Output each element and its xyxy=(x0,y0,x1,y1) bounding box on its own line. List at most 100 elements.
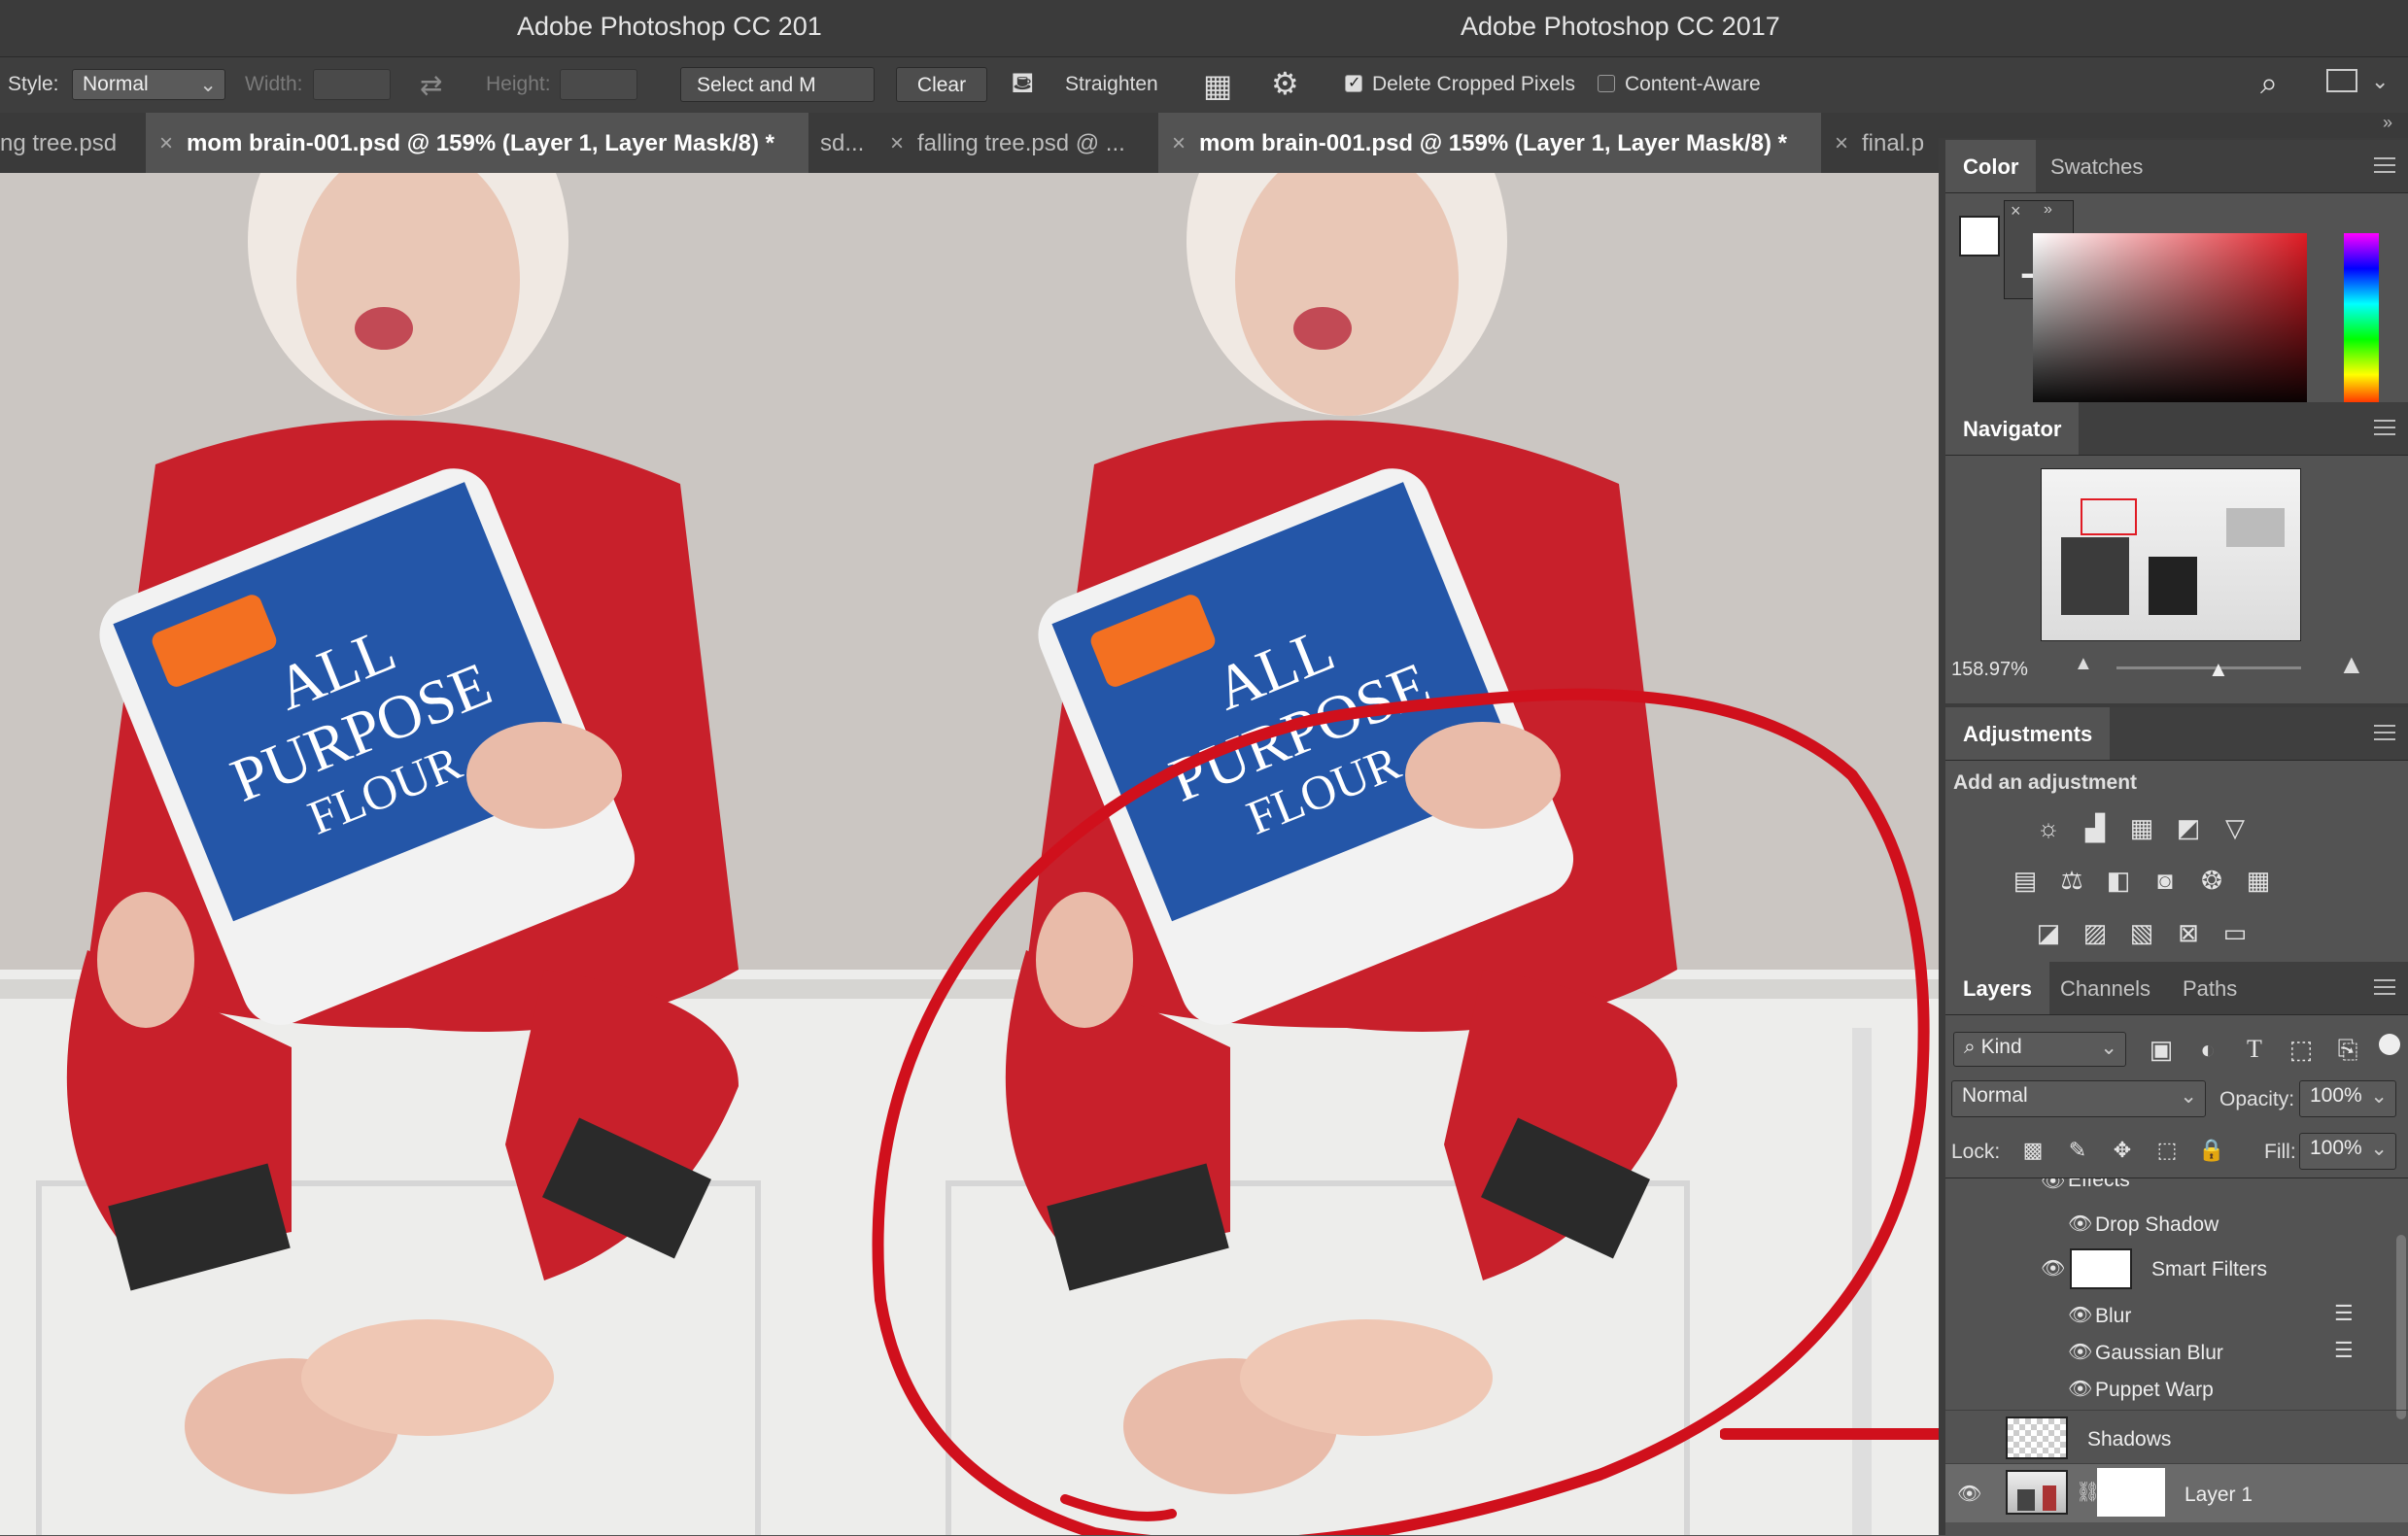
close-icon[interactable]: × xyxy=(1172,130,1186,156)
layer-mask-thumbnail[interactable] xyxy=(2097,1468,2165,1517)
tab-layers[interactable]: Layers xyxy=(1945,962,2049,1014)
color-field[interactable] xyxy=(2033,233,2307,410)
color-balance-icon[interactable]: ⚖ xyxy=(2056,865,2087,896)
document-canvas-right[interactable]: ALL PURPOSE FLOUR xyxy=(822,173,1939,1535)
tab-channels[interactable]: Channels xyxy=(2043,962,2168,1014)
eye-icon[interactable]: 👁 xyxy=(1957,1482,1981,1506)
clear-button[interactable]: Clear xyxy=(896,67,987,102)
tab-final[interactable]: × final.p xyxy=(1821,113,1939,173)
eye-icon[interactable]: 👁 xyxy=(2041,1178,2065,1193)
gradient-map-icon[interactable]: ▭ xyxy=(2219,917,2251,948)
select-and-mask-button[interactable]: Select and M xyxy=(680,67,875,102)
straighten-icon[interactable]: ⛾ xyxy=(1011,67,1035,104)
lock-position-icon[interactable]: ✥ xyxy=(2107,1135,2138,1166)
panel-menu-icon[interactable] xyxy=(2374,979,2395,995)
filter-smart-object-icon[interactable]: ⎘ xyxy=(2332,1034,2363,1065)
expand-icon[interactable]: » xyxy=(2044,201,2052,219)
width-input[interactable] xyxy=(313,69,391,100)
layer-item-effects[interactable]: 👁 Effects xyxy=(1945,1178,2408,1196)
grid-overlay-icon[interactable]: ▦ xyxy=(1203,67,1232,104)
tab-adjustments[interactable]: Adjustments xyxy=(1945,707,2111,760)
gear-icon[interactable]: ⚙ xyxy=(1271,65,1299,102)
layer-item-layer1[interactable]: 👁 ⛓ Layer 1 xyxy=(1945,1464,2408,1522)
channel-mixer-icon[interactable]: ❂ xyxy=(2196,865,2227,896)
chevron-down-icon[interactable]: ⌄ xyxy=(2371,69,2389,94)
panel-menu-icon[interactable] xyxy=(2374,725,2395,740)
content-aware-label[interactable]: Content-Aware xyxy=(1625,73,1761,96)
eye-icon[interactable]: 👁 xyxy=(2068,1212,2092,1236)
tab-falling-tree-1[interactable]: ng tree.psd xyxy=(0,113,146,173)
blend-mode-select[interactable]: Normal ⌄ xyxy=(1951,1080,2206,1117)
zoom-in-icon[interactable]: ▲ xyxy=(2338,649,2365,680)
layer-item-drop-shadow[interactable]: 👁 Drop Shadow xyxy=(1945,1204,2408,1243)
opacity-input[interactable]: 100% ⌄ xyxy=(2299,1080,2396,1117)
close-icon[interactable]: × xyxy=(1835,130,1848,156)
zoom-slider-handle-icon[interactable]: ▲ xyxy=(2208,657,2229,682)
tab-sd[interactable]: sd... xyxy=(808,113,877,173)
selective-color-icon[interactable]: ⊠ xyxy=(2173,917,2204,948)
tab-mom-brain-1[interactable]: × mom brain-001.psd @ 159% (Layer 1, Laye… xyxy=(146,113,808,173)
lock-paint-icon[interactable]: ✎ xyxy=(2062,1135,2093,1166)
smart-filter-mask-thumbnail[interactable] xyxy=(2070,1248,2132,1289)
tab-color[interactable]: Color xyxy=(1945,140,2037,192)
color-lookup-icon[interactable]: ▦ xyxy=(2243,865,2274,896)
filter-adjustment-icon[interactable]: ◐ xyxy=(2192,1034,2223,1065)
eye-icon[interactable]: 👁 xyxy=(2068,1340,2092,1364)
zoom-value[interactable]: 158.97% xyxy=(1951,659,2028,681)
filter-options-icon[interactable]: ☰ xyxy=(2334,1338,2354,1363)
filter-toggle-icon[interactable] xyxy=(2379,1034,2400,1055)
layer-item-smart-filters[interactable]: 👁 Smart Filters xyxy=(1945,1243,2408,1293)
posterize-icon[interactable]: ▨ xyxy=(2080,917,2111,948)
tab-paths[interactable]: Paths xyxy=(2165,962,2254,1014)
tab-mom-brain-2[interactable]: × mom brain-001.psd @ 159% (Layer 1, Laye… xyxy=(1158,113,1821,173)
exposure-icon[interactable]: ◩ xyxy=(2173,812,2204,843)
curves-icon[interactable]: ▦ xyxy=(2126,812,2157,843)
close-icon[interactable]: × xyxy=(2011,201,2021,222)
hue-saturation-icon[interactable]: ▤ xyxy=(2010,865,2041,896)
filter-pixel-icon[interactable]: ▣ xyxy=(2146,1034,2177,1065)
height-input[interactable] xyxy=(560,69,637,100)
eye-icon[interactable]: 👁 xyxy=(2041,1256,2065,1280)
close-icon[interactable]: × xyxy=(159,130,173,156)
navigator-thumbnail[interactable] xyxy=(2041,468,2301,641)
filter-shape-icon[interactable]: ⬚ xyxy=(2286,1034,2317,1065)
tab-falling-tree-2[interactable]: × falling tree.psd @ ... xyxy=(877,113,1158,173)
black-white-icon[interactable]: ◧ xyxy=(2103,865,2134,896)
fill-input[interactable]: 100% ⌄ xyxy=(2299,1133,2396,1170)
tab-swatches[interactable]: Swatches xyxy=(2033,140,2160,192)
layer-kind-filter[interactable]: ⌕ Kind ⌄ xyxy=(1953,1032,2126,1067)
filter-type-icon[interactable]: T xyxy=(2239,1034,2270,1065)
style-select[interactable]: Normal ⌄ xyxy=(72,69,225,100)
eye-icon[interactable]: 👁 xyxy=(2068,1303,2092,1327)
search-icon[interactable]: ⌕ xyxy=(2260,65,2278,102)
lock-artboard-icon[interactable]: ⬚ xyxy=(2151,1135,2183,1166)
delete-cropped-label[interactable]: Delete Cropped Pixels xyxy=(1372,73,1575,96)
lock-all-icon[interactable]: 🔒 xyxy=(2196,1135,2227,1166)
close-icon[interactable]: × xyxy=(890,130,904,156)
workspace-icon[interactable] xyxy=(2326,69,2357,92)
filter-options-icon[interactable]: ☰ xyxy=(2334,1301,2354,1326)
threshold-icon[interactable]: ▧ xyxy=(2126,917,2157,948)
navigator-view-box[interactable] xyxy=(2081,498,2137,535)
content-aware-checkbox[interactable] xyxy=(1598,75,1615,92)
layer-item-puppet-warp[interactable]: 👁 Puppet Warp xyxy=(1945,1369,2408,1406)
layer1-thumbnail[interactable] xyxy=(2006,1470,2068,1515)
collapse-icon[interactable]: » xyxy=(2383,113,2392,133)
swap-icon[interactable]: ⇄ xyxy=(420,69,442,101)
layer-item-gaussian-blur[interactable]: 👁 Gaussian Blur ☰ xyxy=(1945,1332,2408,1369)
invert-icon[interactable]: ◪ xyxy=(2033,917,2064,948)
zoom-out-icon[interactable]: ▲ xyxy=(2074,653,2093,675)
levels-icon[interactable]: ▟ xyxy=(2080,812,2111,843)
layer-item-shadows[interactable]: Shadows xyxy=(1945,1410,2408,1464)
panel-menu-icon[interactable] xyxy=(2374,157,2395,173)
vibrance-icon[interactable]: ▽ xyxy=(2219,812,2251,843)
layer-item-blur[interactable]: 👁 Blur ☰ xyxy=(1945,1295,2408,1332)
eye-icon[interactable]: 👁 xyxy=(2068,1377,2092,1401)
tab-navigator[interactable]: Navigator xyxy=(1945,402,2080,455)
foreground-color-swatch[interactable] xyxy=(1959,216,2000,256)
lock-transparent-icon[interactable]: ▩ xyxy=(2017,1135,2048,1166)
brightness-icon[interactable]: ☼ xyxy=(2033,812,2064,843)
photo-filter-icon[interactable]: ◙ xyxy=(2150,865,2181,896)
document-canvas-left[interactable]: ALL PURPOSE FLOUR xyxy=(0,173,822,1535)
delete-cropped-checkbox[interactable] xyxy=(1345,73,1362,92)
